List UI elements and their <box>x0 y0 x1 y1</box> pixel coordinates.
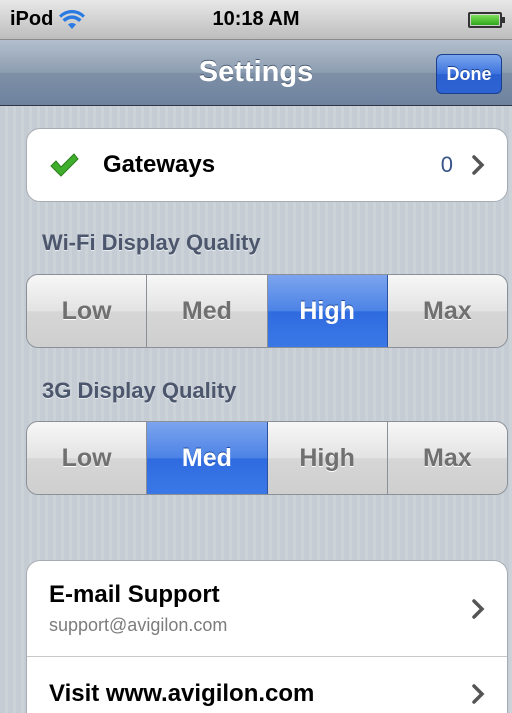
chevron-right-icon <box>472 598 485 619</box>
visit-website-row[interactable]: Visit www.avigilon.com <box>27 657 507 713</box>
cellular-quality-high[interactable]: High <box>267 422 388 494</box>
gateways-label: Gateways <box>103 151 216 178</box>
cellular-quality-label: 3G Display Quality <box>42 378 237 403</box>
email-support-address: support@avigilon.com <box>49 615 228 635</box>
page-title: Settings <box>198 56 314 88</box>
nav-bar: Settings Done <box>0 40 512 106</box>
gateways-count: 0 <box>440 152 453 177</box>
email-support-title: E-mail Support <box>49 581 220 608</box>
wifi-quality-med[interactable]: Med <box>147 275 268 347</box>
email-support-text: E-mail Support support@avigilon.com <box>49 581 471 636</box>
gateways-group: Gateways 0 <box>26 128 508 202</box>
battery-icon <box>468 11 505 28</box>
wifi-quality-control: Low Med High Max <box>26 274 508 348</box>
status-left: iPod <box>10 8 86 31</box>
status-bar: iPod 10:18 AM <box>0 0 512 40</box>
cellular-quality-max[interactable]: Max <box>387 422 507 494</box>
done-button[interactable]: Done <box>436 54 502 94</box>
chevron-right-icon <box>472 684 485 704</box>
wifi-quality-label: Wi-Fi Display Quality <box>42 230 261 255</box>
email-support-row[interactable]: E-mail Support support@avigilon.com <box>27 561 507 657</box>
checkmark-icon <box>50 153 79 177</box>
cellular-quality-med[interactable]: Med <box>147 422 268 494</box>
chevron-right-icon <box>472 155 485 175</box>
battery-fill <box>471 14 499 25</box>
wifi-icon <box>59 9 86 29</box>
support-group: E-mail Support support@avigilon.com Visi… <box>26 560 508 713</box>
cellular-quality-low[interactable]: Low <box>27 422 148 494</box>
device-name: iPod <box>10 8 54 30</box>
visit-website-label: Visit www.avigilon.com <box>49 680 315 707</box>
cellular-quality-control: Low Med High Max <box>26 421 508 495</box>
gateways-row[interactable]: Gateways 0 <box>27 129 507 201</box>
wifi-quality-low[interactable]: Low <box>27 275 148 347</box>
wifi-quality-high[interactable]: High <box>267 275 388 347</box>
wifi-quality-max[interactable]: Max <box>387 275 507 347</box>
